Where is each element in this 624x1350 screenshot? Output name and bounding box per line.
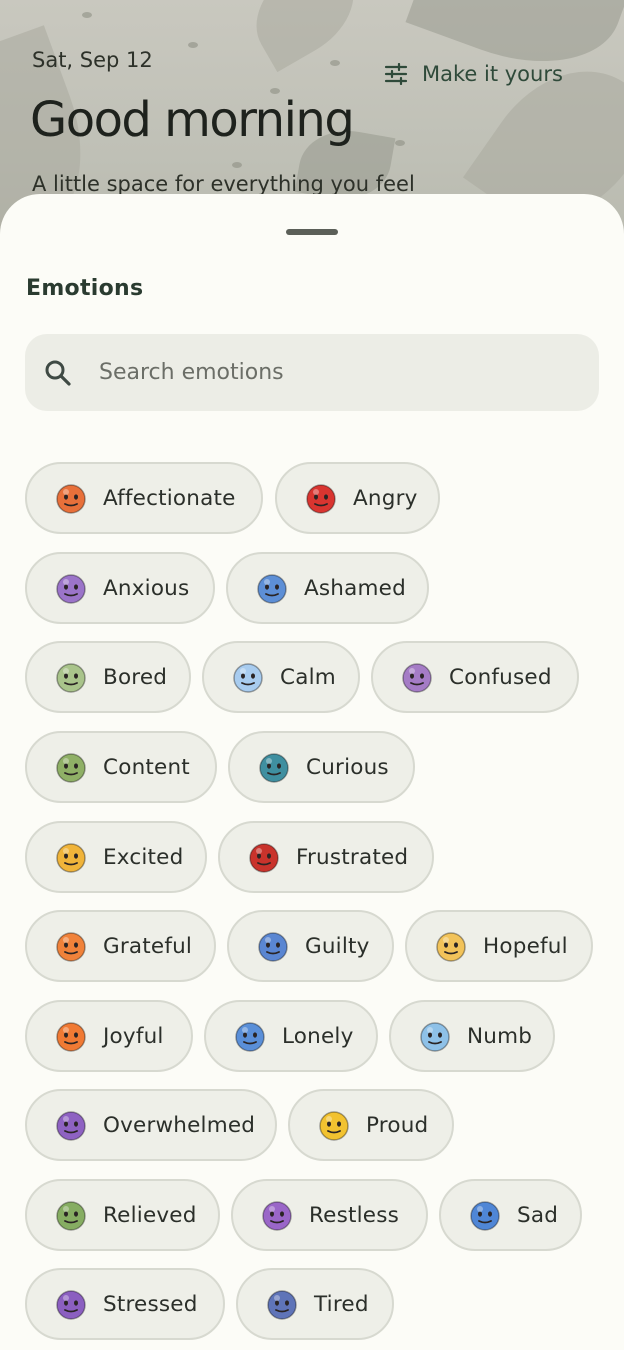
- date-label: Sat, Sep 12: [32, 48, 153, 72]
- tune-sliders-icon: [384, 63, 408, 85]
- emotion-chip-stressed[interactable]: Stressed: [25, 1268, 225, 1340]
- emotion-chip-label: Content: [103, 754, 190, 780]
- emotion-chip-label: Restless: [309, 1202, 400, 1228]
- emotion-chip-bored[interactable]: Bored: [25, 641, 191, 713]
- emotion-chip-angry[interactable]: Angry: [275, 462, 440, 534]
- search-input[interactable]: [97, 359, 561, 386]
- emotion-chip-label: Confused: [449, 664, 552, 690]
- numb-emoji-icon: [418, 1019, 452, 1053]
- tired-emoji-icon: [265, 1287, 299, 1321]
- stressed-emoji-icon: [54, 1287, 88, 1321]
- emotion-chip-label: Calm: [280, 664, 336, 690]
- sad-emoji-icon: [468, 1198, 502, 1232]
- emotion-chip-overwhelmed[interactable]: Overwhelmed: [25, 1089, 277, 1161]
- emotion-chip-joyful[interactable]: Joyful: [25, 1000, 193, 1072]
- emotion-chip-label: Lonely: [282, 1023, 354, 1049]
- leaf-decoration: [232, 162, 242, 168]
- search-icon: [41, 356, 75, 390]
- emotion-chip-label: Anxious: [103, 575, 190, 601]
- leaf-decoration: [395, 140, 405, 146]
- confused-emoji-icon: [400, 660, 434, 694]
- leaf-decoration: [188, 42, 198, 48]
- joyful-emoji-icon: [54, 1019, 88, 1053]
- emotion-chip-label: Guilty: [305, 933, 370, 959]
- emotion-chip-proud[interactable]: Proud: [288, 1089, 454, 1161]
- frustrated-emoji-icon: [247, 840, 281, 874]
- emotion-chip-label: Hopeful: [483, 933, 568, 959]
- excited-emoji-icon: [54, 840, 88, 874]
- emotion-chip-label: Numb: [467, 1023, 533, 1049]
- emotion-chip-tired[interactable]: Tired: [236, 1268, 394, 1340]
- emotion-chip-label: Sad: [517, 1202, 559, 1228]
- emotion-chip-guilty[interactable]: Guilty: [227, 910, 394, 982]
- leaf-decoration: [82, 12, 92, 18]
- overwhelmed-emoji-icon: [54, 1108, 88, 1142]
- hopeful-emoji-icon: [434, 929, 468, 963]
- emotion-chip-label: Proud: [366, 1112, 429, 1138]
- emotions-bottom-sheet: Emotions Affectionate Angry Anxious Asha…: [0, 194, 624, 1350]
- sheet-title: Emotions: [26, 276, 144, 301]
- emotion-chip-excited[interactable]: Excited: [25, 821, 207, 893]
- sheet-drag-handle[interactable]: [286, 229, 338, 235]
- emotion-chip-frustrated[interactable]: Frustrated: [218, 821, 434, 893]
- search-bar[interactable]: [25, 334, 599, 411]
- emotion-chip-label: Overwhelmed: [103, 1112, 256, 1138]
- emotion-chip-hopeful[interactable]: Hopeful: [405, 910, 593, 982]
- emotion-chip-ashamed[interactable]: Ashamed: [226, 552, 429, 624]
- emotion-chip-numb[interactable]: Numb: [389, 1000, 555, 1072]
- restless-emoji-icon: [260, 1198, 294, 1232]
- emotion-chip-grateful[interactable]: Grateful: [25, 910, 216, 982]
- emotion-chip-label: Frustrated: [296, 844, 409, 870]
- leaf-decoration: [237, 0, 373, 73]
- ashamed-emoji-icon: [255, 571, 289, 605]
- emotion-chip-label: Curious: [306, 754, 389, 780]
- emotion-chip-calm[interactable]: Calm: [202, 641, 360, 713]
- emotion-chip-label: Excited: [103, 844, 184, 870]
- lonely-emoji-icon: [233, 1019, 267, 1053]
- emotion-chip-label: Relieved: [103, 1202, 197, 1228]
- emotion-chip-label: Affectionate: [103, 485, 236, 511]
- greeting-subtitle: A little space for everything you feel: [32, 172, 415, 196]
- content-emoji-icon: [54, 750, 88, 784]
- grateful-emoji-icon: [54, 929, 88, 963]
- emotion-chip-label: Ashamed: [304, 575, 406, 601]
- emotion-chip-lonely[interactable]: Lonely: [204, 1000, 378, 1072]
- curious-emoji-icon: [257, 750, 291, 784]
- emotion-chip-label: Bored: [103, 664, 168, 690]
- emotion-chip-restless[interactable]: Restless: [231, 1179, 428, 1251]
- emotion-chip-curious[interactable]: Curious: [228, 731, 415, 803]
- affectionate-emoji-icon: [54, 481, 88, 515]
- bored-emoji-icon: [54, 660, 88, 694]
- emotion-chip-anxious[interactable]: Anxious: [25, 552, 215, 624]
- leaf-decoration: [330, 60, 340, 66]
- emotion-chip-confused[interactable]: Confused: [371, 641, 579, 713]
- angry-emoji-icon: [304, 481, 338, 515]
- emotion-chip-affectionate[interactable]: Affectionate: [25, 462, 263, 534]
- emotion-chip-label: Grateful: [103, 933, 193, 959]
- emotion-chip-relieved[interactable]: Relieved: [25, 1179, 220, 1251]
- make-it-yours-button[interactable]: Make it yours: [384, 62, 563, 86]
- relieved-emoji-icon: [54, 1198, 88, 1232]
- greeting-title: Good morning: [30, 92, 355, 148]
- calm-emoji-icon: [231, 660, 265, 694]
- emotion-chip-sad[interactable]: Sad: [439, 1179, 582, 1251]
- anxious-emoji-icon: [54, 571, 88, 605]
- emotion-chip-content[interactable]: Content: [25, 731, 217, 803]
- emotion-chip-label: Tired: [314, 1291, 369, 1317]
- emotion-chip-label: Angry: [353, 485, 418, 511]
- proud-emoji-icon: [317, 1108, 351, 1142]
- guilty-emoji-icon: [256, 929, 290, 963]
- emotion-chip-label: Joyful: [103, 1023, 164, 1049]
- make-it-yours-label: Make it yours: [422, 62, 563, 86]
- emotion-chip-label: Stressed: [103, 1291, 198, 1317]
